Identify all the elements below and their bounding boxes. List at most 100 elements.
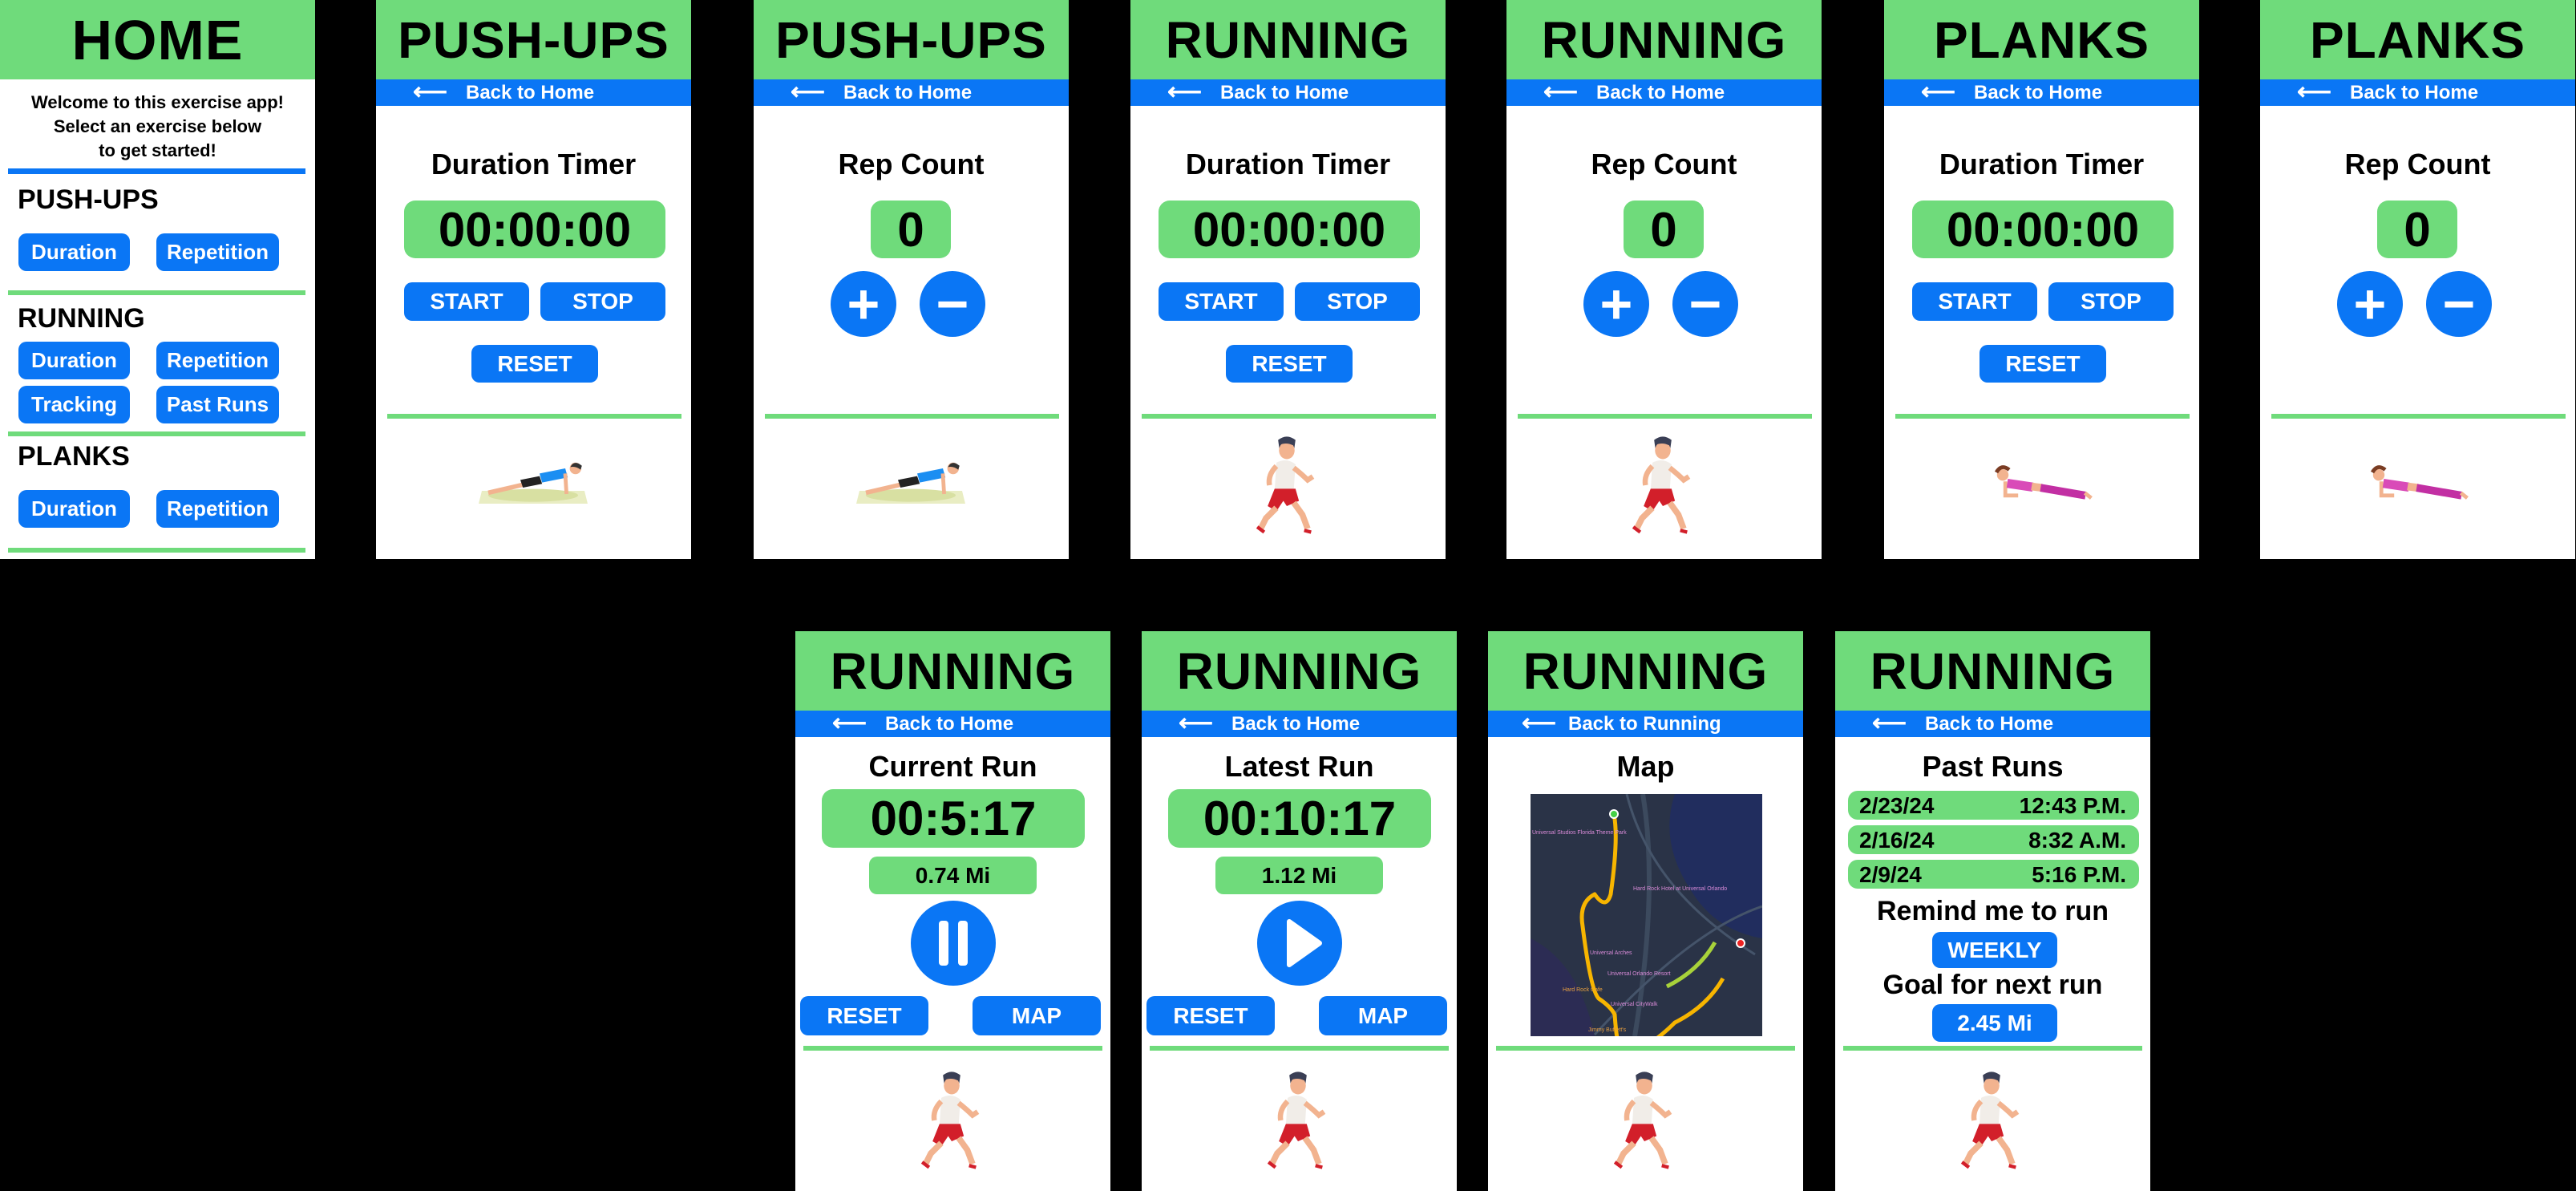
pushups-repetition-button[interactable]: Repetition — [156, 233, 279, 271]
back-to-home-link[interactable]: ⟵ Back to Home — [754, 79, 1069, 106]
route-map[interactable]: Universal Studios Florida Theme Park Har… — [1531, 794, 1762, 1036]
heading: Rep Count — [2344, 148, 2491, 180]
screen-title: RUNNING — [1835, 631, 2150, 711]
running-repetition-button[interactable]: Repetition — [156, 342, 279, 379]
back-to-home-link[interactable]: ⟵ Back to Home — [795, 711, 1110, 737]
divider — [8, 290, 305, 295]
runner-figure-image — [1243, 433, 1331, 537]
map-label: Universal Orlando Resort — [1607, 971, 1671, 977]
runner-figure-image — [1254, 1068, 1342, 1173]
stop-button[interactable]: STOP — [2048, 282, 2174, 321]
distance-display: 1.12 Mi — [1215, 857, 1383, 894]
back-to-running-link[interactable]: ⟵ Back to Running — [1488, 711, 1803, 737]
screen-title: PUSH-UPS — [376, 0, 691, 79]
back-to-home-link[interactable]: ⟵ Back to Home — [1884, 79, 2199, 106]
planks-reps-screen: PLANKS ⟵ Back to Home Rep Count 0 + − — [2260, 0, 2575, 559]
screen-title: RUNNING — [1130, 0, 1446, 79]
rep-count-display: 0 — [871, 201, 951, 258]
running-tracking-button[interactable]: Tracking — [18, 386, 130, 423]
back-arrow-icon: ⟵ — [1179, 710, 1214, 736]
map-label: Universal Arches — [1590, 950, 1632, 956]
runner-figure-image — [1947, 1068, 2036, 1173]
goal-label: Goal for next run — [1882, 970, 2103, 1000]
map-screen: RUNNING ⟵ Back to Running Map Universal S… — [1488, 631, 1803, 1191]
play-icon — [1287, 919, 1322, 967]
past-run-row[interactable]: 2/9/24 5:16 P.M. — [1848, 860, 2139, 889]
back-label: Back to Home — [1231, 713, 1361, 735]
back-to-home-link[interactable]: ⟵ Back to Home — [1142, 711, 1457, 737]
start-button[interactable]: START — [404, 282, 529, 321]
divider — [8, 168, 305, 174]
divider — [8, 431, 305, 436]
reset-button[interactable]: RESET — [800, 996, 928, 1035]
latest-run-screen: RUNNING ⟵ Back to Home Latest Run 00:10:1… — [1142, 631, 1457, 1191]
running-duration-button[interactable]: Duration — [18, 342, 130, 379]
back-to-home-link[interactable]: ⟵ Back to Home — [1130, 79, 1446, 106]
past-run-row[interactable]: 2/16/24 8:32 A.M. — [1848, 825, 2139, 854]
divider — [1518, 414, 1812, 419]
back-to-home-link[interactable]: ⟵ Back to Home — [376, 79, 691, 106]
start-button[interactable]: START — [1159, 282, 1284, 321]
minus-button[interactable]: − — [1672, 271, 1738, 337]
goal-distance-input[interactable]: 2.45 Mi — [1932, 1004, 2057, 1042]
minus-button[interactable]: − — [920, 271, 985, 337]
back-label: Back to Home — [1974, 82, 2103, 103]
back-label: Back to Home — [2350, 82, 2479, 103]
section-running-title: RUNNING — [18, 303, 145, 334]
plus-button[interactable]: + — [2337, 271, 2403, 337]
past-run-row[interactable]: 2/23/24 12:43 P.M. — [1848, 791, 2139, 820]
back-label: Back to Home — [843, 82, 973, 103]
running-duration-screen: RUNNING ⟵ Back to Home Duration Timer 00:… — [1130, 0, 1446, 559]
back-arrow-icon: ⟵ — [791, 79, 826, 105]
heading: Rep Count — [1591, 148, 1737, 180]
map-button[interactable]: MAP — [1319, 996, 1447, 1035]
divider — [1142, 414, 1436, 419]
pause-icon — [958, 921, 968, 966]
back-arrow-icon: ⟵ — [1872, 710, 1907, 736]
runner-figure-image — [1619, 433, 1707, 537]
back-arrow-icon: ⟵ — [1167, 79, 1203, 105]
pushups-duration-button[interactable]: Duration — [18, 233, 130, 271]
distance-display: 0.74 Mi — [869, 857, 1037, 894]
divider — [803, 1046, 1102, 1051]
back-to-home-link[interactable]: ⟵ Back to Home — [1835, 711, 2150, 737]
stop-button[interactable]: STOP — [1295, 282, 1420, 321]
screen-title: RUNNING — [1488, 631, 1803, 711]
screen-title: RUNNING — [795, 631, 1110, 711]
pause-button[interactable] — [911, 901, 996, 986]
back-to-home-link[interactable]: ⟵ Back to Home — [2260, 79, 2575, 106]
minus-button[interactable]: − — [2426, 271, 2492, 337]
back-to-home-link[interactable]: ⟵ Back to Home — [1506, 79, 1822, 106]
planks-duration-screen: PLANKS ⟵ Back to Home Duration Timer 00:0… — [1884, 0, 2199, 559]
section-pushups-title: PUSH-UPS — [18, 184, 159, 215]
stop-button[interactable]: STOP — [540, 282, 665, 321]
reset-button[interactable]: RESET — [471, 345, 598, 383]
start-button[interactable]: START — [1912, 282, 2037, 321]
plus-button[interactable]: + — [831, 271, 896, 337]
heading: Past Runs — [1922, 750, 2064, 783]
current-run-screen: RUNNING ⟵ Back to Home Current Run 00:5:1… — [795, 631, 1110, 1191]
divider — [8, 548, 305, 553]
map-label: Universal Studios Florida Theme Park — [1532, 830, 1627, 836]
screen-title: PLANKS — [2260, 0, 2575, 79]
heading: Duration Timer — [431, 148, 637, 180]
running-past-runs-button[interactable]: Past Runs — [156, 386, 279, 423]
remind-frequency-select[interactable]: WEEKLY — [1932, 932, 2057, 968]
screen-title: PUSH-UPS — [754, 0, 1069, 79]
reset-button[interactable]: RESET — [1226, 345, 1353, 383]
planks-duration-button[interactable]: Duration — [18, 490, 130, 528]
reset-button[interactable]: RESET — [1980, 345, 2106, 383]
reset-button[interactable]: RESET — [1146, 996, 1275, 1035]
timer-display: 00:00:00 — [404, 201, 665, 258]
run-time: 5:16 P.M. — [2032, 862, 2126, 887]
runner-figure-image — [908, 1068, 996, 1173]
play-button[interactable] — [1257, 901, 1342, 986]
past-runs-screen: RUNNING ⟵ Back to Home Past Runs 2/23/24 1… — [1835, 631, 2150, 1191]
heading: Map — [1616, 750, 1675, 783]
back-arrow-icon: ⟵ — [2297, 79, 2332, 105]
map-button[interactable]: MAP — [973, 996, 1101, 1035]
screen-title: RUNNING — [1142, 631, 1457, 711]
plus-button[interactable]: + — [1583, 271, 1649, 337]
planks-repetition-button[interactable]: Repetition — [156, 490, 279, 528]
welcome-line-2: Select an exercise below — [53, 116, 262, 136]
